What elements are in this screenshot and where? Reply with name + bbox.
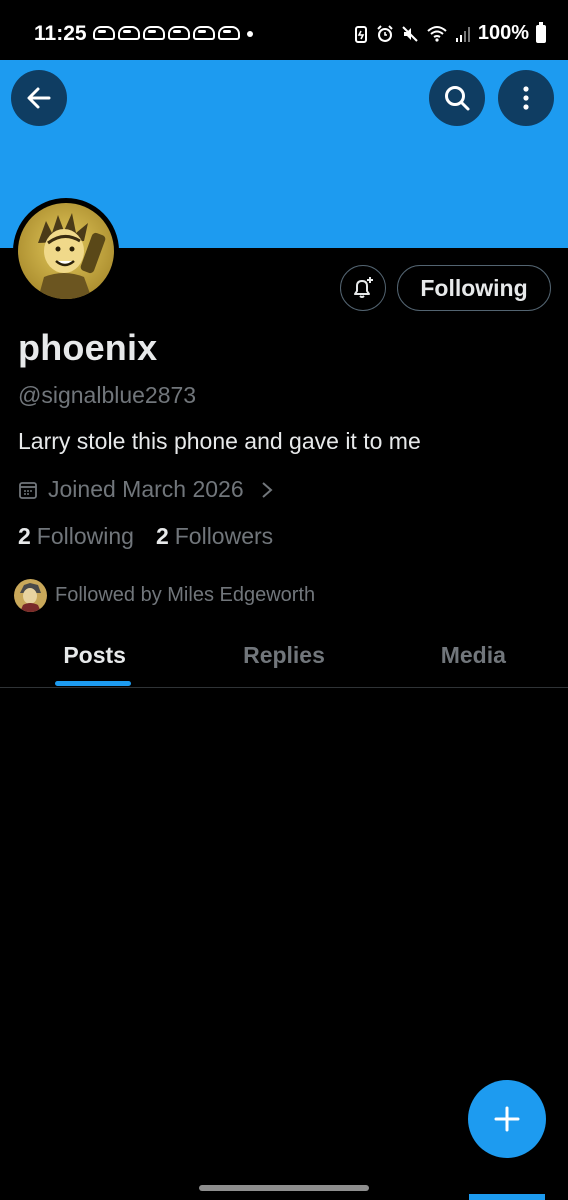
tab-posts[interactable]: Posts [0,630,189,687]
followers-stat[interactable]: 2 Followers [156,523,273,550]
profile-avatar[interactable] [13,198,119,304]
active-tab-indicator [55,681,131,686]
notification-app-icon [167,24,190,40]
followed-by-text: Followed by Miles Edgeworth [55,584,316,606]
search-icon [445,86,470,111]
arrow-left-icon [27,87,51,109]
profile-bio: Larry stole this phone and gave it to me [18,428,421,454]
tab-media[interactable]: Media [379,630,568,687]
compose-button[interactable] [468,1080,546,1158]
gesture-nav-handle[interactable] [199,1185,369,1191]
notification-app-icon [92,24,115,40]
following-label: Following [36,523,134,549]
notification-app-icon [142,24,165,40]
notification-app-icon [117,24,140,40]
back-button[interactable] [11,70,67,126]
more-notifications-dot [247,31,253,37]
more-options-button[interactable] [498,70,554,126]
followed-by-row[interactable]: Followed by Miles Edgeworth [14,579,315,612]
chevron-right-icon [261,481,273,498]
avatar-image [18,203,114,299]
joined-date: Joined March 2026 [48,476,244,502]
user-handle: @signalblue2873 [18,382,197,408]
battery-icon [536,21,546,43]
following-stat[interactable]: 2 Following [18,523,134,550]
wifi-icon [427,25,447,42]
followers-count: 2 [155,523,169,549]
following-count: 2 [18,523,31,549]
joined-date-row[interactable]: Joined March 2026 [18,476,274,503]
bell-plus-icon [354,277,373,298]
status-time: 11:25 [34,22,87,45]
notification-app-icon [192,24,215,40]
status-bar: 11:25 100% [0,0,568,60]
notification-app-icon [217,24,240,40]
secondary-fab-edge [469,1194,545,1200]
search-button[interactable] [429,70,485,126]
notifications-button[interactable] [340,265,386,311]
follower-avatar [14,579,47,612]
profile-tabs: Posts Replies Media [0,630,568,688]
calendar-icon [19,481,37,499]
battery-percent: 100% [477,22,529,44]
tab-replies[interactable]: Replies [189,630,378,687]
battery-saver-icon [354,25,367,43]
notification-icons [92,24,240,40]
plus-icon [494,1106,520,1132]
display-name: phoenix [18,327,158,368]
more-vertical-icon [523,86,529,110]
followers-label: Followers [174,523,274,549]
following-button[interactable]: Following [397,265,551,311]
signal-icon [455,26,470,42]
mute-icon [402,25,418,42]
follow-stats: 2 Following 2 Followers [18,523,273,550]
alarm-icon [377,24,393,42]
